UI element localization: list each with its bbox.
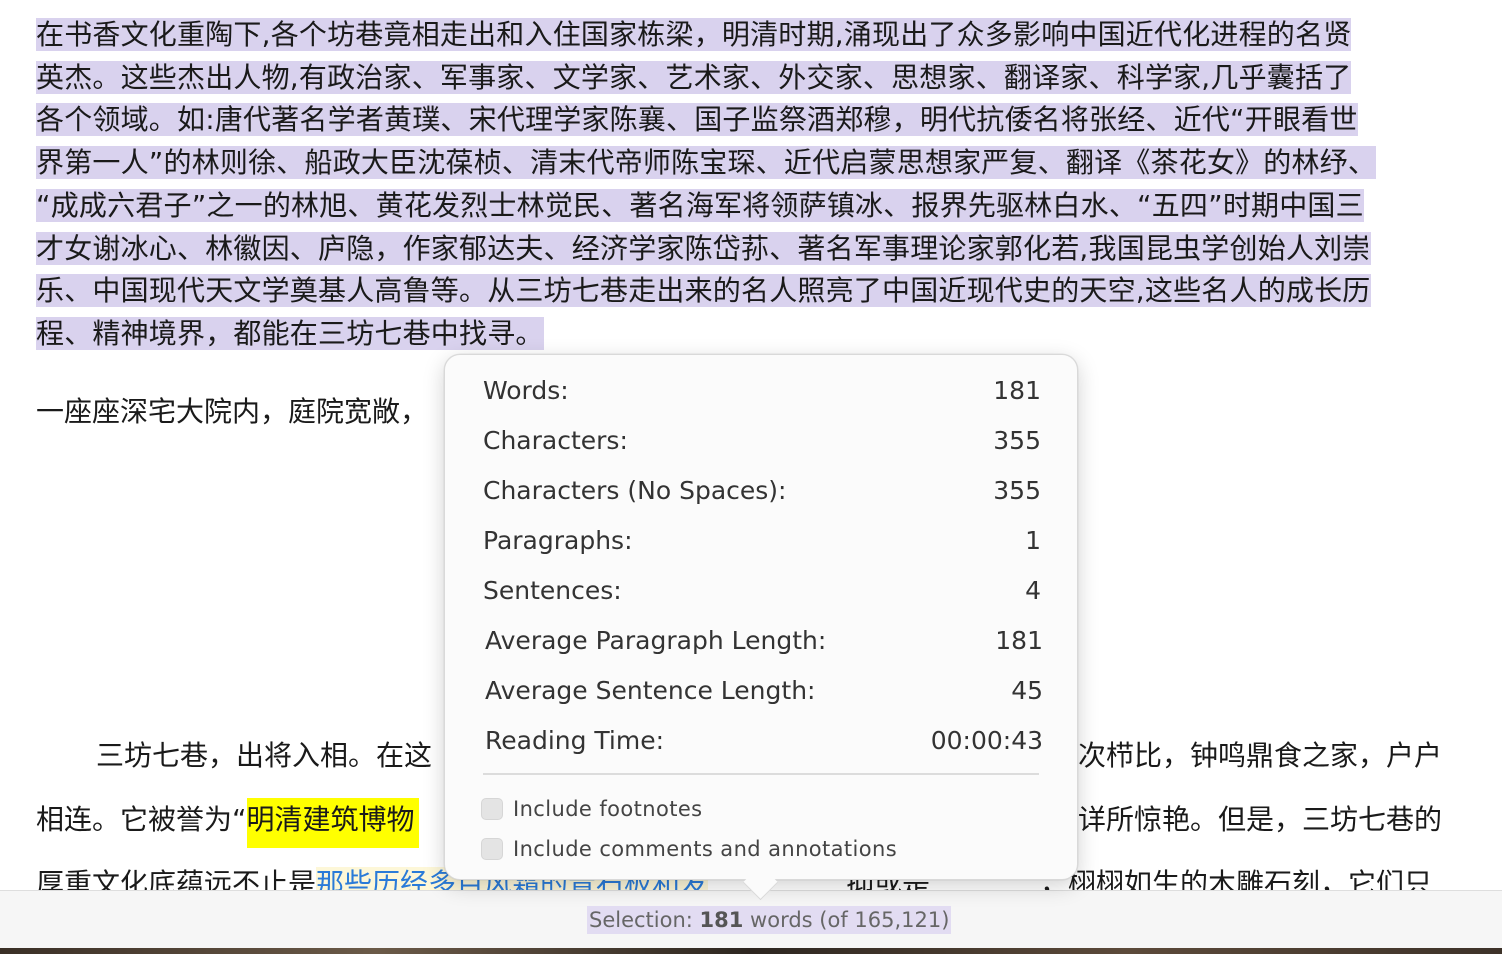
selection-word-count[interactable]: Selection: 181 words (of 165,121)	[587, 906, 952, 934]
highlighted-text[interactable]: 明清建筑博物	[246, 798, 419, 848]
selection-line[interactable]: 英杰。这些杰出人物,有政治家、军事家、文学家、艺术家、外交家、思想家、翻译家、科…	[36, 60, 1352, 94]
stat-label: Words:	[483, 375, 569, 405]
stat-characters: Characters: 355	[483, 420, 1041, 460]
stat-label: Sentences:	[483, 575, 622, 605]
stat-characters-no-spaces: Characters (No Spaces): 355	[483, 470, 1041, 510]
stat-paragraphs: Paragraphs: 1	[483, 520, 1041, 560]
stat-words: Words: 181	[483, 370, 1041, 410]
selection-line[interactable]: 才女谢冰心、林徽因、庐隐，作家郁达夫、经济学家陈岱荪、著名军事理论家郭化若,我国…	[36, 231, 1371, 265]
selected-paragraph[interactable]: 在书香文化重陶下,各个坊巷竟相走出和入住国家栋梁，明清时期,涌现出了众多影响中国…	[36, 14, 1482, 356]
stat-label: Average Sentence Length:	[485, 675, 816, 705]
desktop-background-strip	[0, 948, 1502, 954]
selection-line[interactable]: 界第一人”的林则徐、船政大臣沈葆桢、清末代帝师陈宝琛、近代启蒙思想家严复、翻译《…	[36, 146, 1377, 180]
stat-sentences: Sentences: 4	[483, 570, 1041, 610]
stat-value: 00:00:43	[930, 725, 1043, 755]
stat-value: 355	[993, 425, 1041, 455]
stat-avg-sentence-length: Average Sentence Length: 45	[485, 670, 1043, 710]
checkbox-label[interactable]: Include footnotes	[513, 797, 703, 821]
status-prefix: Selection:	[589, 908, 700, 932]
paragraph-text: 次栉比，钟鸣鼎食之家，户户	[1078, 739, 1443, 772]
stat-reading-time: Reading Time: 00:00:43	[485, 720, 1043, 760]
stat-label: Average Paragraph Length:	[485, 625, 827, 655]
stat-value: 4	[1025, 575, 1041, 605]
paragraph-text: 相连。它被誉为“	[36, 803, 247, 836]
stat-label: Reading Time:	[485, 725, 665, 755]
stat-avg-paragraph-length: Average Paragraph Length: 181	[485, 620, 1043, 660]
paragraph-line[interactable]: 详所惊艳。但是，三坊七巷的	[1078, 798, 1442, 842]
stat-value: 181	[995, 625, 1043, 655]
selection-line[interactable]: 乐、中国现代天文学奠基人高鲁等。从三坊七巷走出来的名人照亮了中国近现代史的天空,…	[36, 274, 1371, 308]
status-suffix: words (of 165,121)	[743, 908, 950, 932]
include-footnotes-option[interactable]: Include footnotes	[481, 794, 703, 824]
stat-label: Paragraphs:	[483, 525, 633, 555]
include-footnotes-checkbox[interactable]	[481, 798, 503, 820]
stat-value: 181	[993, 375, 1041, 405]
paragraph-courtyard[interactable]: 一座座深宅大院内，庭院宽敞，	[36, 390, 428, 434]
word-count-popover: Words: 181 Characters: 355 Characters (N…	[444, 354, 1078, 880]
popover-divider	[483, 773, 1039, 775]
status-count: 181	[699, 908, 744, 932]
selection-line[interactable]: 各个领域。如:唐代著名学者黄璞、宋代理学家陈襄、国子监祭酒郑穆，明代抗倭名将张经…	[36, 103, 1358, 137]
paragraph-text: 一座座深宅大院内，庭院宽敞，	[36, 395, 429, 428]
include-comments-checkbox[interactable]	[481, 838, 503, 860]
checkbox-label[interactable]: Include comments and annotations	[513, 837, 897, 861]
paragraph-text: 三坊七巷，出将入相。在这	[96, 739, 433, 772]
stat-value: 45	[1011, 675, 1043, 705]
selection-line[interactable]: 在书香文化重陶下,各个坊巷竟相走出和入住国家栋梁，明清时期,涌现出了众多影响中国…	[36, 18, 1352, 51]
selection-line[interactable]: 程、精神境界，都能在三坊七巷中找寻。	[36, 316, 544, 350]
stat-value: 1	[1025, 525, 1041, 555]
stat-label: Characters:	[483, 425, 628, 455]
document-page: 在书香文化重陶下,各个坊巷竟相走出和入住国家栋梁，明清时期,涌现出了众多影响中国…	[0, 0, 1502, 954]
paragraph-text: 详所惊艳。但是，三坊七巷的	[1078, 803, 1443, 836]
selection-line[interactable]: “成成六君子”之一的林旭、黄花发烈士林觉民、著名海军将领萨镇冰、报界先驱林白水、…	[36, 188, 1364, 222]
include-comments-option[interactable]: Include comments and annotations	[481, 834, 897, 864]
stat-value: 355	[993, 475, 1041, 505]
paragraph-line[interactable]: 次栉比，钟鸣鼎食之家，户户	[1078, 734, 1442, 778]
paragraph-line[interactable]: 相连。它被誉为“明清建筑博物	[36, 798, 419, 848]
stat-label: Characters (No Spaces):	[483, 475, 787, 505]
paragraph-line[interactable]: 三坊七巷，出将入相。在这	[36, 734, 432, 778]
